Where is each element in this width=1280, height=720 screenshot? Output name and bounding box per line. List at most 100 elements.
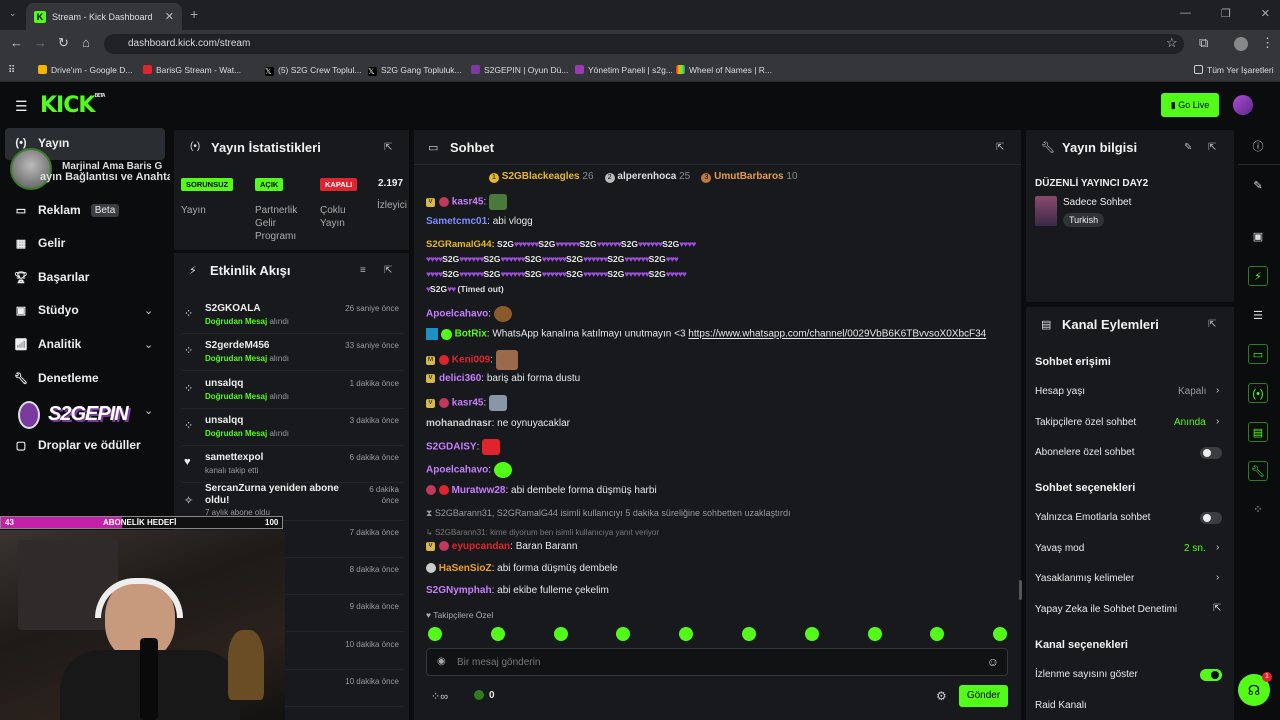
quick-emote-icon[interactable] [867, 627, 882, 641]
home-icon[interactable]: ⌂ [82, 35, 90, 50]
chevron-right-icon[interactable]: › [1216, 416, 1219, 427]
tab-list-icon[interactable]: ⌄ [9, 8, 17, 19]
raid-channel-label[interactable]: Raid Kanalı [1035, 700, 1087, 711]
popout-icon[interactable]: ⇱ [996, 142, 1004, 153]
chat-username[interactable]: mohanadnasr [426, 418, 492, 429]
quick-emote-icon[interactable] [742, 627, 756, 641]
bookmark-item[interactable]: Drive'ım - Google D... [38, 65, 132, 75]
gifter-name[interactable]: UmutBarbaros [714, 171, 783, 182]
broadcast-icon[interactable]: (•) [1248, 383, 1268, 403]
ai-moderation-label[interactable]: Yapay Zeka ile Sohbet Denetimi [1035, 604, 1177, 615]
maximize-icon[interactable]: ❐ [1221, 7, 1231, 20]
sidebar-item-yayin[interactable]: (•) Yayın [14, 136, 69, 150]
activity-event[interactable]: ✧ SercanZurna yeniden abone oldu! 7 aylık … [182, 483, 404, 521]
external-link-icon[interactable]: ⇱ [1213, 603, 1221, 614]
filter-icon[interactable]: ≡ [360, 265, 366, 276]
chat-username[interactable]: kasr45 [452, 398, 484, 409]
close-tab-icon[interactable]: ✕ [165, 10, 174, 23]
quick-emote-icon[interactable] [428, 627, 442, 641]
activity-event[interactable]: ⁘ unsalqq Doğrudan Mesaj alındı 1 dakika ön… [182, 372, 404, 409]
popout-icon[interactable]: ⇱ [384, 142, 392, 153]
edit-icon[interactable]: ✎ [1184, 142, 1192, 153]
quick-emote-icon[interactable] [553, 627, 568, 641]
bookmark-item[interactable]: BarisG Stream - Wat... [143, 65, 241, 75]
chat-message[interactable]: V kasr45: [426, 395, 508, 411]
sidebar-item-studyo[interactable]: ▣ Stüdyo [14, 303, 79, 317]
activity-event[interactable]: ⁘ unsalqq Doğrudan Mesaj alındı 3 dakika ön… [182, 409, 404, 446]
chat-message[interactable]: V eyupcandan: Baran Barann [426, 541, 577, 552]
chat-message[interactable]: Vdelici360: bariş abi forma dustu [426, 373, 580, 384]
chat-username[interactable]: S2GNymphah [426, 585, 492, 596]
chat-message[interactable]: V kasr45: [426, 194, 508, 210]
chat-username[interactable]: eyupcandan [452, 541, 510, 552]
lightning-icon[interactable]: ⚡︎ [1248, 266, 1268, 286]
chat-message[interactable]: BotRix: WhatsApp kanalına katılmayı unut… [426, 328, 986, 340]
quick-emote-icon[interactable] [804, 627, 819, 641]
url-field[interactable]: dashboard.kick.com/stream [104, 34, 1184, 54]
emoji-icon[interactable]: ☺ [987, 655, 999, 669]
list-icon[interactable]: ☰ [1248, 306, 1268, 326]
sidebar-item-analitik[interactable]: 📶︎ Analitik [14, 337, 81, 351]
user-avatar[interactable] [1233, 95, 1253, 115]
chevron-down-icon[interactable]: ⌄ [144, 338, 153, 351]
chevron-right-icon[interactable]: › [1216, 385, 1219, 396]
forward-icon[interactable]: → [34, 35, 47, 50]
account-age-label[interactable]: Hesap yaşı [1035, 386, 1085, 397]
chat-scrollbar[interactable] [1019, 580, 1022, 600]
chat-username[interactable]: Apoelcahavo [426, 309, 488, 320]
popout-icon[interactable]: ⇱ [1208, 142, 1216, 153]
bookmark-item[interactable]: 𝕏 S2G Gang Topluluk... [368, 65, 462, 76]
sidebar-item-droplar[interactable]: ▢ Droplar ve ödüller [14, 438, 141, 452]
chat-input[interactable]: ◉ Bir mesaj gönderin ☺ [426, 648, 1008, 676]
spam-message[interactable]: S2GRamalG44: S2G♥♥♥♥♥♥S2G♥♥♥♥♥♥S2G♥♥♥♥♥♥… [426, 237, 1006, 299]
info-icon[interactable]: ⓘ [1248, 137, 1268, 157]
category-name[interactable]: Sadece Sohbet [1063, 197, 1131, 208]
slow-mode-label[interactable]: Yavaş mod [1035, 543, 1084, 554]
browser-tab[interactable]: K Stream - Kick Dashboard ✕ [26, 3, 182, 30]
chevron-right-icon[interactable]: › [1216, 572, 1219, 583]
chat-username[interactable]: Keni009 [452, 355, 490, 366]
activity-event[interactable]: ⁘ S2GKOALA Doğrudan Mesaj alındı 26 saniye … [182, 297, 404, 334]
infinity-icon[interactable]: ⁘∞ [431, 690, 448, 703]
sidebar-item-gelir[interactable]: ▦ Gelir [14, 236, 66, 250]
hamburger-menu-icon[interactable]: ☰ [15, 98, 28, 115]
chat-link[interactable]: https://www.whatsapp.com/channel/0029VbB… [688, 329, 986, 340]
sidebar-item-denetleme[interactable]: 🔧︎ Denetleme [14, 371, 99, 385]
chat-message[interactable]: M Keni009: [426, 350, 518, 370]
chat-username[interactable]: BotRix [455, 329, 487, 340]
chat-settings-icon[interactable]: ⚙︎ [936, 689, 947, 703]
followers-chat-label[interactable]: Takipçilere özel sohbet [1035, 417, 1136, 428]
new-tab-icon[interactable]: + [190, 6, 198, 22]
sidebar-item-basarilar[interactable]: 🏆︎ Başarılar [14, 270, 89, 284]
wrench-icon[interactable]: 🔧︎ [1248, 461, 1268, 481]
sidebar-item-reklam[interactable]: ▭ Reklam Beta [14, 203, 120, 217]
activity-icon[interactable]: ⁘ [1248, 500, 1268, 520]
chat-username[interactable]: kasr45 [452, 197, 484, 208]
chat-message[interactable]: Apoelcahavo: [426, 462, 512, 478]
chat-username[interactable]: S2GDAISY [426, 442, 477, 453]
apps-icon[interactable]: ⠿ [8, 65, 15, 76]
chat-username[interactable]: Sametcmc01 [426, 216, 487, 227]
chat-message[interactable]: Sametcmc01: abi vlogg [426, 216, 533, 227]
popout-icon[interactable]: ⇱ [384, 265, 392, 276]
chat-message[interactable]: Apoelcahavo: [426, 306, 512, 322]
gifter-name[interactable]: S2GBlackeagles [502, 171, 580, 182]
chat-icon[interactable]: ▭ [1248, 344, 1268, 364]
chat-message[interactable]: HaSenSioZ: abi forma düşmüş dembele [426, 563, 618, 574]
show-views-toggle[interactable] [1200, 669, 1222, 681]
chat-username[interactable]: HaSenSioZ [439, 563, 492, 574]
bookmarks-folder[interactable]: Tüm Yer İşaretleri [1194, 65, 1274, 75]
chat-message[interactable]: Muratww28: abi dembele forma düşmüş harb… [426, 485, 657, 496]
chat-message[interactable]: S2GDAISY: [426, 439, 501, 455]
chat-username[interactable]: delici360 [439, 373, 481, 384]
emote-only-toggle[interactable] [1200, 512, 1222, 524]
menu-icon[interactable]: ⋮ [1261, 35, 1274, 51]
chat-username[interactable]: Muratww28 [452, 485, 506, 496]
gifter-name[interactable]: alperenhoca [617, 171, 676, 182]
chevron-down-icon[interactable]: ⌄ [144, 304, 153, 317]
layout-icon[interactable]: ▣ [1248, 227, 1268, 247]
send-button[interactable]: Gönder [959, 685, 1008, 707]
quick-emote-icon[interactable] [490, 627, 505, 641]
chat-message[interactable]: mohanadnasr: ne oynuyacaklar [426, 418, 570, 429]
subs-chat-toggle[interactable] [1200, 447, 1222, 459]
